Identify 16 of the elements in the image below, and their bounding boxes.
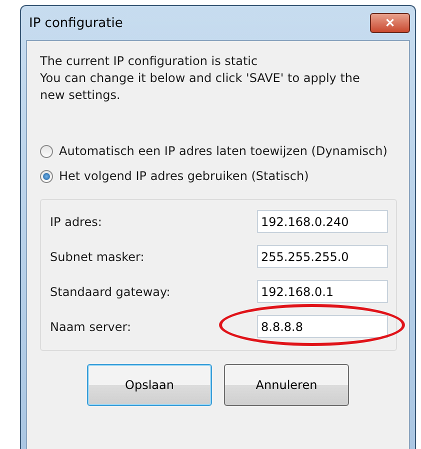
input-field[interactable]: 192.168.0.240	[257, 210, 388, 233]
radio-button[interactable]	[40, 170, 53, 182]
dialog-button[interactable]: Opslaan	[87, 364, 212, 406]
field-label: Subnet masker:	[50, 250, 144, 264]
radio-label[interactable]: Automatisch een IP adres laten toewijzen (Dynamisch)	[59, 144, 388, 158]
window-title: IP configuratie	[29, 16, 123, 30]
field-label: IP adres:	[50, 214, 102, 228]
message-text: The current IP configuration is static You can change it below and click 'SAVE' to apply the new settings.	[40, 53, 361, 104]
field-label: Naam server:	[50, 320, 132, 334]
radio-label[interactable]: Het volgend IP adres gebruiken (Statisch)	[59, 169, 309, 183]
input-field[interactable]: 255.255.255.0	[257, 245, 388, 268]
field-label: Standaard gateway:	[50, 284, 170, 298]
radio-button[interactable]	[40, 144, 53, 158]
dialog-button[interactable]: Annuleren	[224, 364, 349, 406]
input-field[interactable]: 192.168.0.1	[257, 280, 388, 303]
input-field[interactable]: 8.8.8.8	[257, 315, 388, 338]
